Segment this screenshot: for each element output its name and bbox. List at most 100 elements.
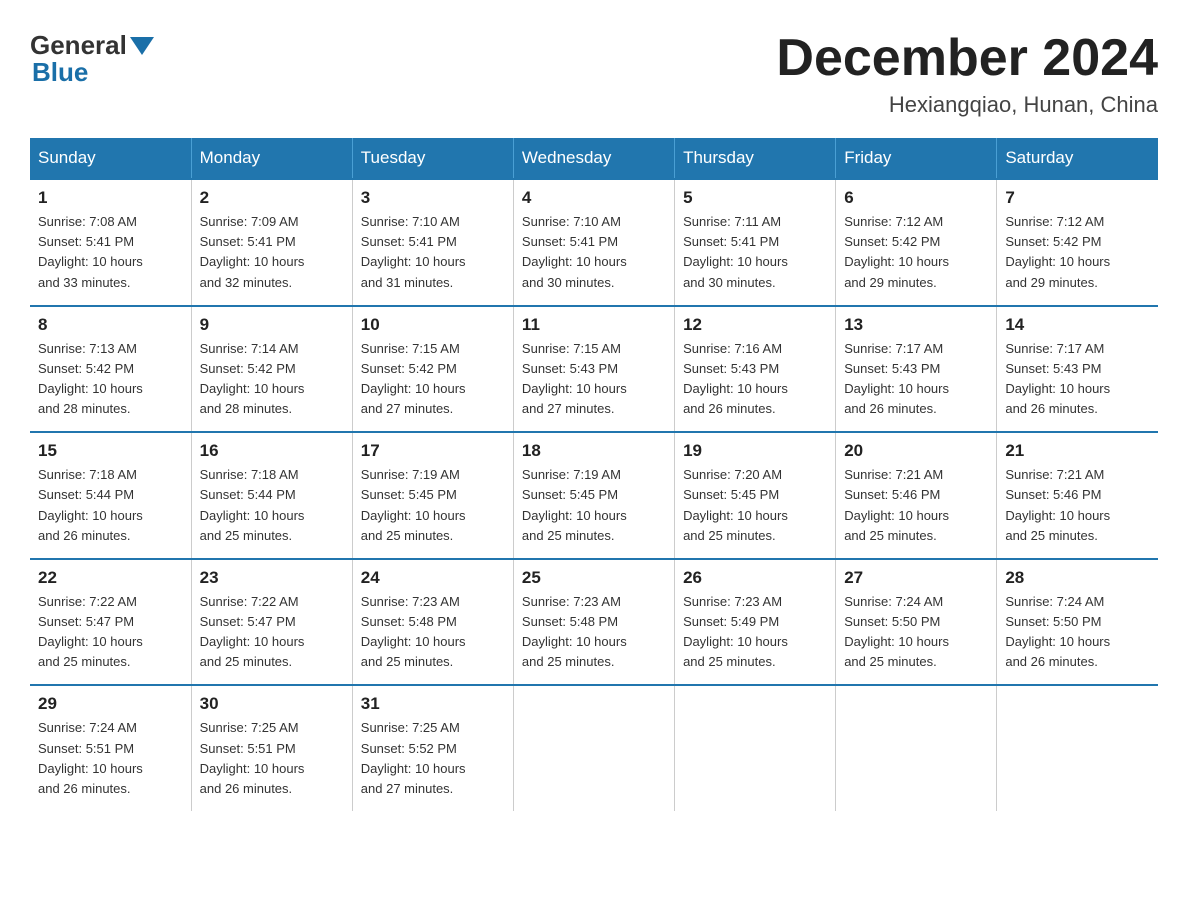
table-row: 19 Sunrise: 7:20 AM Sunset: 5:45 PM Dayl… — [675, 432, 836, 559]
header-sunday: Sunday — [30, 138, 191, 179]
table-row: 16 Sunrise: 7:18 AM Sunset: 5:44 PM Dayl… — [191, 432, 352, 559]
day-info: Sunrise: 7:17 AM Sunset: 5:43 PM Dayligh… — [844, 341, 949, 416]
table-row: 15 Sunrise: 7:18 AM Sunset: 5:44 PM Dayl… — [30, 432, 191, 559]
day-info: Sunrise: 7:12 AM Sunset: 5:42 PM Dayligh… — [1005, 214, 1110, 289]
day-info: Sunrise: 7:17 AM Sunset: 5:43 PM Dayligh… — [1005, 341, 1110, 416]
day-number: 12 — [683, 315, 827, 335]
day-info: Sunrise: 7:24 AM Sunset: 5:50 PM Dayligh… — [1005, 594, 1110, 669]
table-row: 17 Sunrise: 7:19 AM Sunset: 5:45 PM Dayl… — [352, 432, 513, 559]
day-number: 5 — [683, 188, 827, 208]
day-info: Sunrise: 7:08 AM Sunset: 5:41 PM Dayligh… — [38, 214, 143, 289]
day-number: 17 — [361, 441, 505, 461]
day-number: 9 — [200, 315, 344, 335]
day-number: 14 — [1005, 315, 1150, 335]
table-row: 21 Sunrise: 7:21 AM Sunset: 5:46 PM Dayl… — [997, 432, 1158, 559]
day-number: 27 — [844, 568, 988, 588]
logo-blue-text: Blue — [32, 57, 88, 87]
day-number: 25 — [522, 568, 666, 588]
day-info: Sunrise: 7:15 AM Sunset: 5:43 PM Dayligh… — [522, 341, 627, 416]
location-subtitle: Hexiangqiao, Hunan, China — [776, 92, 1158, 118]
day-number: 22 — [38, 568, 183, 588]
day-info: Sunrise: 7:18 AM Sunset: 5:44 PM Dayligh… — [38, 467, 143, 542]
day-number: 20 — [844, 441, 988, 461]
table-row: 28 Sunrise: 7:24 AM Sunset: 5:50 PM Dayl… — [997, 559, 1158, 686]
day-number: 3 — [361, 188, 505, 208]
table-row: 29 Sunrise: 7:24 AM Sunset: 5:51 PM Dayl… — [30, 685, 191, 811]
day-number: 21 — [1005, 441, 1150, 461]
day-info: Sunrise: 7:23 AM Sunset: 5:49 PM Dayligh… — [683, 594, 788, 669]
table-row: 9 Sunrise: 7:14 AM Sunset: 5:42 PM Dayli… — [191, 306, 352, 433]
day-info: Sunrise: 7:18 AM Sunset: 5:44 PM Dayligh… — [200, 467, 305, 542]
table-row: 12 Sunrise: 7:16 AM Sunset: 5:43 PM Dayl… — [675, 306, 836, 433]
header-wednesday: Wednesday — [513, 138, 674, 179]
day-info: Sunrise: 7:15 AM Sunset: 5:42 PM Dayligh… — [361, 341, 466, 416]
table-row: 26 Sunrise: 7:23 AM Sunset: 5:49 PM Dayl… — [675, 559, 836, 686]
table-row: 30 Sunrise: 7:25 AM Sunset: 5:51 PM Dayl… — [191, 685, 352, 811]
day-number: 16 — [200, 441, 344, 461]
day-info: Sunrise: 7:10 AM Sunset: 5:41 PM Dayligh… — [361, 214, 466, 289]
month-title: December 2024 — [776, 30, 1158, 87]
table-row: 3 Sunrise: 7:10 AM Sunset: 5:41 PM Dayli… — [352, 179, 513, 306]
day-number: 18 — [522, 441, 666, 461]
day-info: Sunrise: 7:12 AM Sunset: 5:42 PM Dayligh… — [844, 214, 949, 289]
calendar-header: Sunday Monday Tuesday Wednesday Thursday… — [30, 138, 1158, 179]
table-row — [675, 685, 836, 811]
day-info: Sunrise: 7:22 AM Sunset: 5:47 PM Dayligh… — [200, 594, 305, 669]
day-info: Sunrise: 7:16 AM Sunset: 5:43 PM Dayligh… — [683, 341, 788, 416]
day-info: Sunrise: 7:19 AM Sunset: 5:45 PM Dayligh… — [522, 467, 627, 542]
table-row: 14 Sunrise: 7:17 AM Sunset: 5:43 PM Dayl… — [997, 306, 1158, 433]
day-info: Sunrise: 7:23 AM Sunset: 5:48 PM Dayligh… — [522, 594, 627, 669]
header-friday: Friday — [836, 138, 997, 179]
table-row: 20 Sunrise: 7:21 AM Sunset: 5:46 PM Dayl… — [836, 432, 997, 559]
day-number: 24 — [361, 568, 505, 588]
table-row: 10 Sunrise: 7:15 AM Sunset: 5:42 PM Dayl… — [352, 306, 513, 433]
day-number: 29 — [38, 694, 183, 714]
table-row — [513, 685, 674, 811]
table-row: 1 Sunrise: 7:08 AM Sunset: 5:41 PM Dayli… — [30, 179, 191, 306]
table-row: 6 Sunrise: 7:12 AM Sunset: 5:42 PM Dayli… — [836, 179, 997, 306]
table-row: 7 Sunrise: 7:12 AM Sunset: 5:42 PM Dayli… — [997, 179, 1158, 306]
day-info: Sunrise: 7:14 AM Sunset: 5:42 PM Dayligh… — [200, 341, 305, 416]
day-info: Sunrise: 7:25 AM Sunset: 5:52 PM Dayligh… — [361, 720, 466, 795]
table-row: 4 Sunrise: 7:10 AM Sunset: 5:41 PM Dayli… — [513, 179, 674, 306]
logo-arrow-icon — [130, 37, 154, 55]
day-number: 15 — [38, 441, 183, 461]
calendar-body: 1 Sunrise: 7:08 AM Sunset: 5:41 PM Dayli… — [30, 179, 1158, 811]
header-monday: Monday — [191, 138, 352, 179]
day-number: 28 — [1005, 568, 1150, 588]
table-row: 24 Sunrise: 7:23 AM Sunset: 5:48 PM Dayl… — [352, 559, 513, 686]
table-row: 27 Sunrise: 7:24 AM Sunset: 5:50 PM Dayl… — [836, 559, 997, 686]
header-thursday: Thursday — [675, 138, 836, 179]
day-info: Sunrise: 7:10 AM Sunset: 5:41 PM Dayligh… — [522, 214, 627, 289]
day-number: 6 — [844, 188, 988, 208]
table-row: 25 Sunrise: 7:23 AM Sunset: 5:48 PM Dayl… — [513, 559, 674, 686]
table-row: 5 Sunrise: 7:11 AM Sunset: 5:41 PM Dayli… — [675, 179, 836, 306]
day-info: Sunrise: 7:11 AM Sunset: 5:41 PM Dayligh… — [683, 214, 788, 289]
day-number: 13 — [844, 315, 988, 335]
day-info: Sunrise: 7:21 AM Sunset: 5:46 PM Dayligh… — [844, 467, 949, 542]
table-row: 11 Sunrise: 7:15 AM Sunset: 5:43 PM Dayl… — [513, 306, 674, 433]
table-row: 22 Sunrise: 7:22 AM Sunset: 5:47 PM Dayl… — [30, 559, 191, 686]
day-info: Sunrise: 7:25 AM Sunset: 5:51 PM Dayligh… — [200, 720, 305, 795]
page-header: General Blue December 2024 Hexiangqiao, … — [30, 30, 1158, 118]
calendar-table: Sunday Monday Tuesday Wednesday Thursday… — [30, 138, 1158, 811]
day-number: 7 — [1005, 188, 1150, 208]
day-number: 30 — [200, 694, 344, 714]
table-row: 13 Sunrise: 7:17 AM Sunset: 5:43 PM Dayl… — [836, 306, 997, 433]
day-info: Sunrise: 7:23 AM Sunset: 5:48 PM Dayligh… — [361, 594, 466, 669]
table-row: 2 Sunrise: 7:09 AM Sunset: 5:41 PM Dayli… — [191, 179, 352, 306]
day-info: Sunrise: 7:20 AM Sunset: 5:45 PM Dayligh… — [683, 467, 788, 542]
day-number: 23 — [200, 568, 344, 588]
day-number: 2 — [200, 188, 344, 208]
title-area: December 2024 Hexiangqiao, Hunan, China — [776, 30, 1158, 118]
day-info: Sunrise: 7:13 AM Sunset: 5:42 PM Dayligh… — [38, 341, 143, 416]
day-number: 10 — [361, 315, 505, 335]
table-row — [836, 685, 997, 811]
day-info: Sunrise: 7:22 AM Sunset: 5:47 PM Dayligh… — [38, 594, 143, 669]
day-info: Sunrise: 7:09 AM Sunset: 5:41 PM Dayligh… — [200, 214, 305, 289]
day-number: 19 — [683, 441, 827, 461]
header-tuesday: Tuesday — [352, 138, 513, 179]
table-row — [997, 685, 1158, 811]
day-number: 26 — [683, 568, 827, 588]
day-number: 8 — [38, 315, 183, 335]
